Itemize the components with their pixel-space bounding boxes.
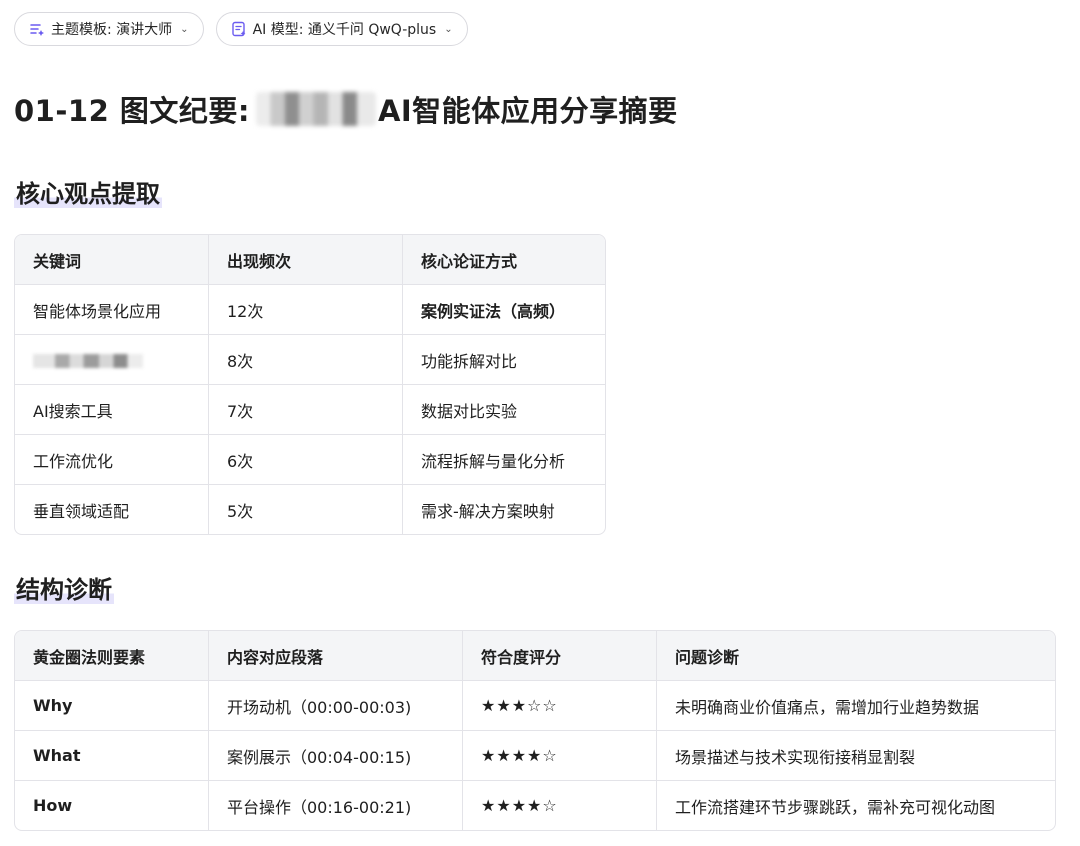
theme-template-label: 主题模板: 演讲大师 [51,22,173,38]
table-cell: 垂直领域适配 [15,485,209,534]
section-heading-structure: 结构诊断 [14,576,114,604]
rating-stars: ★★★★☆ [463,731,657,781]
table-cell: 数据对比实验 [403,385,605,435]
table-cell: 5次 [209,485,403,534]
ai-model-label: AI 模型: 通义千问 QwQ-plus [252,22,437,38]
structure-diagnosis-table: 黄金圈法则要素 内容对应段落 符合度评分 问题诊断 Why 开场动机（00:00… [14,630,1056,831]
column-header: 出现频次 [209,235,403,285]
table-cell: 未明确商业价值痛点，需增加行业趋势数据 [657,681,1055,731]
table-cell: 案例展示（00:04-00:15) [209,731,463,781]
table-row: 智能体场景化应用 12次 案例实证法（高频） [15,285,605,335]
page-title-prefix: 01-12 图文纪要: [14,94,250,128]
redacted-text [33,353,143,368]
table-cell: What [15,731,209,781]
table-cell: 工作流优化 [15,435,209,485]
table-row: 垂直领域适配 5次 需求-解决方案映射 [15,485,605,534]
table-header-row: 黄金圈法则要素 内容对应段落 符合度评分 问题诊断 [15,631,1055,681]
table-cell: How [15,781,209,830]
table-row: 8次 功能拆解对比 [15,335,605,385]
ai-model-icon [231,21,247,37]
table-cell: 6次 [209,435,403,485]
table-cell: Why [15,681,209,731]
redacted-text [255,92,376,126]
table-cell: 场景描述与技术实现衔接稍显割裂 [657,731,1055,781]
toolbar: 主题模板: 演讲大师 ⌄ AI 模型: 通义千问 QwQ-plus ⌄ [14,12,468,46]
chevron-down-icon: ⌄ [444,23,453,35]
table-row: Why 开场动机（00:00-00:03) ★★★☆☆ 未明确商业价值痛点，需增… [15,681,1055,731]
section-heading-core: 核心观点提取 [14,180,162,208]
table-cell: 工作流搭建环节步骤跳跃，需补充可视化动图 [675,797,996,817]
table-cell: 平台操作（00:16-00:21) [209,781,463,830]
table-cell: AI搜索工具 [15,385,209,435]
table-cell [15,335,209,385]
table-row: AI搜索工具 7次 数据对比实验 [15,385,605,435]
table-cell: 流程拆解与量化分析 [403,435,605,485]
table-cell: 12次 [209,285,403,335]
column-header: 关键词 [15,235,209,285]
table-row: How 平台操作（00:16-00:21) ★★★★☆ 工作流搭建环节步骤跳跃，… [15,781,1055,830]
table-cell: 功能拆解对比 [403,335,605,385]
rating-stars: ★★★★☆ [463,781,657,830]
column-header: 核心论证方式 [403,235,605,285]
page-title: 01-12 图文纪要: AI智能体应用分享摘要 [14,88,678,130]
theme-template-dropdown[interactable]: 主题模板: 演讲大师 ⌄ [14,12,204,46]
column-header: 问题诊断 [657,631,1055,681]
column-header: 内容对应段落 [209,631,463,681]
core-points-table: 关键词 出现频次 核心论证方式 智能体场景化应用 12次 案例实证法（高频） 8… [14,234,606,535]
table-row: 工作流优化 6次 流程拆解与量化分析 [15,435,605,485]
page-title-suffix: AI智能体应用分享摘要 [377,94,678,128]
theme-template-icon [29,21,45,37]
table-cell: 案例实证法（高频） [403,285,605,335]
table-row: What 案例展示（00:04-00:15) ★★★★☆ 场景描述与技术实现衔接… [15,731,1055,781]
column-header: 符合度评分 [463,631,657,681]
table-cell: 7次 [209,385,403,435]
chevron-down-icon: ⌄ [180,23,189,35]
column-header: 黄金圈法则要素 [15,631,209,681]
table-cell: 需求-解决方案映射 [421,501,555,521]
table-header-row: 关键词 出现频次 核心论证方式 [15,235,605,285]
table-cell: 智能体场景化应用 [15,285,209,335]
table-cell: 开场动机（00:00-00:03) [209,681,463,731]
table-cell: 8次 [209,335,403,385]
ai-model-dropdown[interactable]: AI 模型: 通义千问 QwQ-plus ⌄ [215,12,468,46]
rating-stars: ★★★☆☆ [463,681,657,731]
